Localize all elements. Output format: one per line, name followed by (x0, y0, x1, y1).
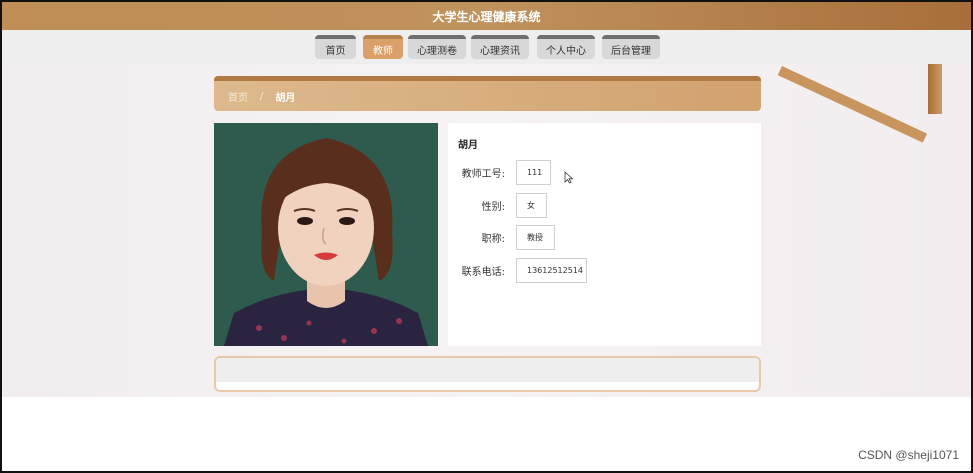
portrait-illustration (214, 123, 438, 346)
breadcrumb-home[interactable]: 首页 (228, 89, 248, 104)
csdn-watermark: CSDN @sheji1071 (858, 448, 959, 462)
teacher-photo (214, 123, 438, 346)
field-value-title: 教授 (516, 225, 555, 250)
decorative-post (928, 64, 942, 114)
teacher-info-panel: 胡月 教师工号: 111 性别: 女 职称: 教授 联系电话: 13612512… (448, 123, 761, 346)
bottom-panel-header (216, 358, 759, 382)
field-label-phone: 联系电话: (461, 267, 505, 278)
app-title: 大学生心理健康系统 (432, 9, 541, 24)
field-row-phone: 联系电话: 13612512514 (448, 258, 587, 283)
breadcrumb-current: 胡月 (275, 92, 296, 104)
app-title-bar: 大学生心理健康系统 (2, 2, 971, 30)
main-nav: 首页 教师 心理测卷 心理资讯 个人中心 后台管理 (2, 30, 971, 64)
nav-admin[interactable]: 后台管理 (602, 35, 660, 59)
field-row-gender: 性别: 女 (448, 193, 547, 218)
nav-psych-news[interactable]: 心理资讯 (471, 35, 529, 59)
field-value-phone: 13612512514 (516, 258, 587, 283)
field-row-id: 教师工号: 111 (448, 160, 551, 185)
nav-psych-test[interactable]: 心理测卷 (408, 35, 466, 59)
nav-teacher[interactable]: 教师 (363, 35, 403, 59)
bottom-panel (214, 356, 761, 392)
nav-home[interactable]: 首页 (315, 35, 356, 59)
field-label-title: 职称: (481, 234, 505, 245)
breadcrumb-separator: / (260, 90, 264, 102)
mouse-cursor-icon (564, 169, 574, 188)
field-value-gender: 女 (516, 193, 547, 218)
nav-personal-center[interactable]: 个人中心 (537, 35, 595, 59)
breadcrumb: 首页 / 胡月 (214, 76, 761, 111)
field-row-title: 职称: 教授 (448, 225, 555, 250)
teacher-name: 胡月 (458, 140, 478, 151)
field-label-gender: 性别: (481, 202, 505, 213)
field-value-id: 111 (516, 160, 551, 185)
field-label-id: 教师工号: (461, 169, 505, 180)
